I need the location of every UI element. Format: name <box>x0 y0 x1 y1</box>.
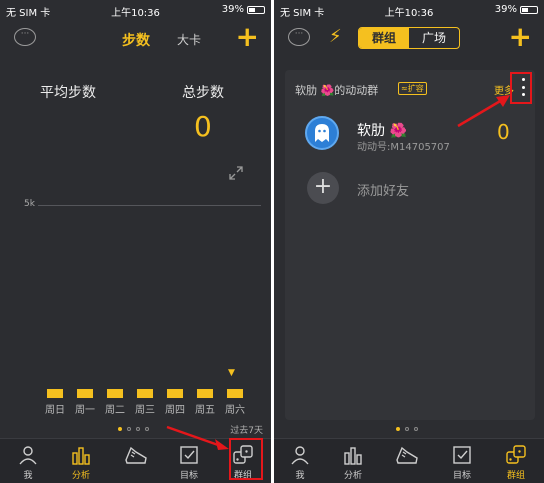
tab-me[interactable]: 我 <box>8 444 48 481</box>
person-icon <box>19 446 37 465</box>
tab-label: 分析 <box>343 471 362 481</box>
person-icon <box>291 446 309 465</box>
navbar: ··· 步数 大卡 + <box>0 20 271 58</box>
status-bar: 无 SIM 卡 上午10:36 39% <box>274 0 544 20</box>
right-screen: 无 SIM 卡 上午10:36 39% ··· ⚡ 群组 广场 + 软肋 🌺的动… <box>274 0 544 483</box>
bar-chart-icon <box>72 447 90 465</box>
plus-icon[interactable]: + <box>236 22 259 52</box>
tab-label: 群组 <box>506 471 525 481</box>
tab-square[interactable]: 广场 <box>409 28 459 48</box>
pointer-arrow-icon <box>166 425 229 450</box>
page-dot <box>136 427 140 431</box>
tab-label: 分析 <box>71 471 90 481</box>
total-steps-value: 0 <box>194 110 212 143</box>
tab-steps[interactable]: 步数 <box>122 30 150 50</box>
tab-analysis[interactable]: 分析 <box>61 444 101 481</box>
member-id: 动动号:M14705707 <box>357 142 450 153</box>
segmented-control: 群组 广场 <box>358 27 460 49</box>
x-tick-label: 周日 <box>45 405 65 416</box>
member-name: 软肋 🌺 <box>357 123 407 139</box>
expand-icon[interactable] <box>229 166 243 180</box>
x-tick-label: 周一 <box>75 405 95 416</box>
x-tick-label: 周三 <box>135 405 155 416</box>
tab-label: 我 <box>295 471 305 481</box>
battery-icon <box>247 5 265 14</box>
add-friend-button[interactable]: + <box>307 172 339 204</box>
battery-indicator: 39% <box>222 4 265 15</box>
total-steps-label: 总步数 <box>182 85 224 101</box>
tab-calories[interactable]: 大卡 <box>177 31 201 48</box>
add-friend-label[interactable]: 添加好友 <box>357 180 409 199</box>
y-tick-label: 5k <box>24 199 35 209</box>
pointer-arrow-icon <box>457 95 510 128</box>
tab-goal[interactable]: 目标 <box>442 444 482 481</box>
tab-label: 我 <box>23 471 33 481</box>
chart-bar[interactable] <box>47 389 63 398</box>
checkbox-icon <box>453 446 471 464</box>
navbar: ··· ⚡ 群组 广场 + <box>274 20 544 58</box>
page-dot <box>118 427 122 431</box>
tab-activity[interactable] <box>116 444 156 466</box>
average-steps-label: 平均步数 <box>40 85 96 101</box>
chart-bar[interactable] <box>227 389 243 398</box>
x-tick-label: 周五 <box>195 405 215 416</box>
gridline-5k <box>38 205 261 206</box>
chart-bar[interactable] <box>197 389 213 398</box>
page-dot <box>127 427 131 431</box>
chat-icon[interactable]: ··· <box>14 28 36 46</box>
chart-bar[interactable] <box>77 389 93 398</box>
chart-bar[interactable] <box>137 389 153 398</box>
x-tick-label: 周二 <box>105 405 125 416</box>
steps-chart: 5k ▼ 周日 周一 周二 周三 周四 周五 周六 <box>0 190 271 420</box>
tab-group[interactable]: 群组 <box>496 444 536 481</box>
x-tick-label: 周六 <box>225 405 245 416</box>
battery-percent: 39% <box>494 4 517 15</box>
tab-groups[interactable]: 群组 <box>359 28 409 48</box>
battery-percent: 39% <box>221 4 244 15</box>
x-tick-label: 周四 <box>165 405 185 416</box>
chat-icon[interactable]: ··· <box>288 28 310 46</box>
chart-bar[interactable] <box>107 389 123 398</box>
page-dot <box>414 427 418 431</box>
status-bar: 无 SIM 卡 上午10:36 39% <box>0 0 271 20</box>
bar-chart-icon <box>344 447 362 465</box>
tab-analysis[interactable]: 分析 <box>333 444 373 481</box>
lightning-icon[interactable]: ⚡ <box>329 26 342 47</box>
page-dot <box>145 427 149 431</box>
page-dot <box>396 427 400 431</box>
today-marker-icon: ▼ <box>228 368 235 378</box>
range-label: 过去7天 <box>230 426 263 436</box>
highlight-box <box>229 438 263 480</box>
tab-activity[interactable] <box>387 444 427 466</box>
tab-bar: 我 分析 目标 群组 <box>274 438 544 483</box>
expand-badge[interactable]: ≈扩容 <box>398 82 427 95</box>
page-indicator <box>396 427 418 431</box>
shoe-icon <box>396 446 418 464</box>
left-screen: 无 SIM 卡 上午10:36 39% ··· 步数 大卡 + 平均步数 总步数… <box>0 0 271 483</box>
battery-icon <box>520 5 538 14</box>
ghost-icon <box>315 124 329 142</box>
battery-indicator: 39% <box>495 4 538 15</box>
dice-icon <box>506 445 526 464</box>
tab-me[interactable]: 我 <box>280 444 320 481</box>
tab-label: 目标 <box>452 471 471 481</box>
plus-icon[interactable]: + <box>509 22 532 52</box>
tab-label: 目标 <box>179 471 198 481</box>
shoe-icon <box>125 446 147 464</box>
chart-bar[interactable] <box>167 389 183 398</box>
group-name: 软肋 🌺的动动群 <box>295 84 379 97</box>
page-dot <box>405 427 409 431</box>
avatar[interactable] <box>305 116 339 150</box>
page-indicator <box>118 427 149 431</box>
